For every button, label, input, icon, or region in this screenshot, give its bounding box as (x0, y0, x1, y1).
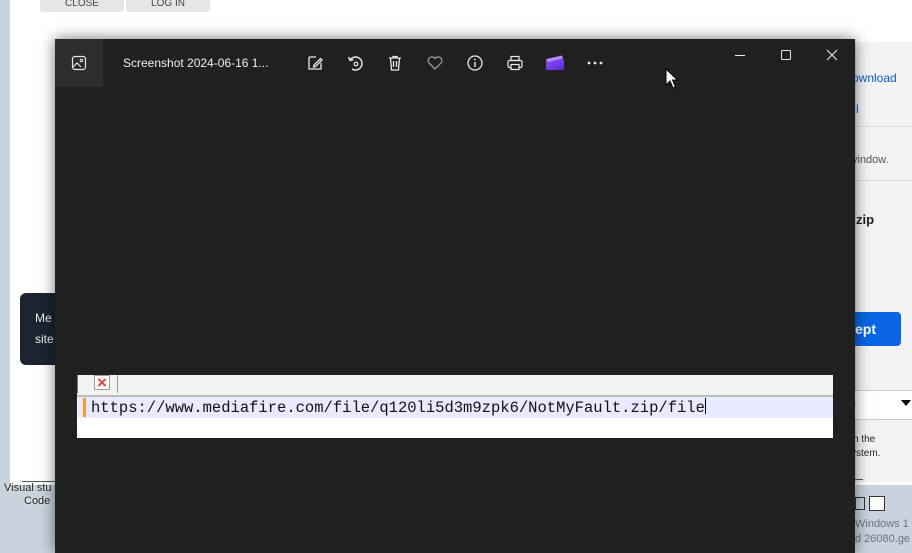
window-title: Screenshot 2024-06-16 1... (123, 56, 269, 70)
url-field: https://www.mediafire.com/file/q120li5d3… (78, 397, 833, 418)
desktop-icon-label-line-2: Code (24, 495, 51, 507)
watermark-line-1: Windows 1 (855, 518, 909, 530)
close-x-icon (94, 375, 110, 390)
view-toggle[interactable] (855, 494, 889, 514)
background-select[interactable]: ) (852, 390, 912, 420)
accept-button[interactable]: ept (855, 312, 901, 346)
list-view-icon[interactable] (855, 497, 865, 510)
edit-icon[interactable] (303, 51, 327, 75)
zip-text: zip (856, 212, 875, 227)
close-icon (826, 49, 838, 61)
maximize-icon (781, 50, 791, 60)
notice-line-2: ystem. (851, 448, 881, 459)
cookie-banner: Me site (20, 293, 60, 365)
minimize-icon (735, 55, 745, 56)
divider (77, 375, 78, 393)
photos-viewer-window: Screenshot 2024-06-16 1... https://www.m… (55, 39, 855, 553)
desktop-icon-label[interactable]: Visual stu Code (4, 482, 52, 508)
image-canvas[interactable]: https://www.mediafire.com/file/q120li5d3… (55, 87, 855, 553)
favorite-icon[interactable] (423, 51, 447, 75)
cookie-text-1: Me (35, 311, 52, 325)
screenshot-bottom-area (78, 418, 833, 438)
delete-icon[interactable] (383, 51, 407, 75)
notice-line-1: h the (853, 434, 876, 445)
desktop-icon-label-line-1: Visual stu (4, 482, 52, 494)
window-text: vindow. (852, 154, 889, 166)
url-text: https://www.mediafire.com/file/q120li5d3… (91, 398, 706, 417)
maximize-button[interactable] (763, 39, 809, 71)
divider (117, 375, 118, 393)
info-icon[interactable] (463, 51, 487, 75)
field-marker (83, 398, 86, 417)
title-bar: Screenshot 2024-06-16 1... (55, 39, 855, 87)
print-icon[interactable] (503, 51, 527, 75)
accept-label: ept (855, 321, 876, 337)
close-button-bg[interactable]: CLOSE (40, 0, 124, 12)
chevron-down-icon (901, 400, 911, 406)
divider (855, 479, 863, 480)
rotate-icon[interactable] (343, 51, 367, 75)
login-button-bg[interactable]: LOG IN (126, 0, 210, 12)
displayed-screenshot: https://www.mediafire.com/file/q120li5d3… (77, 375, 833, 438)
download-link[interactable]: ownload (852, 71, 897, 85)
tiles-view-icon[interactable] (869, 496, 885, 511)
close-button[interactable] (809, 39, 855, 71)
gallery-icon[interactable] (55, 39, 103, 87)
minimize-button[interactable] (717, 39, 763, 71)
watermark-line-2: d 26080.ge (855, 533, 911, 545)
clipchamp-icon[interactable] (543, 51, 567, 75)
screenshot-toolbar (77, 375, 833, 397)
cookie-text-2: site (35, 332, 54, 346)
link-fragment[interactable]: l (856, 102, 859, 116)
more-icon[interactable] (583, 51, 607, 75)
mouse-pointer-icon (665, 67, 679, 95)
